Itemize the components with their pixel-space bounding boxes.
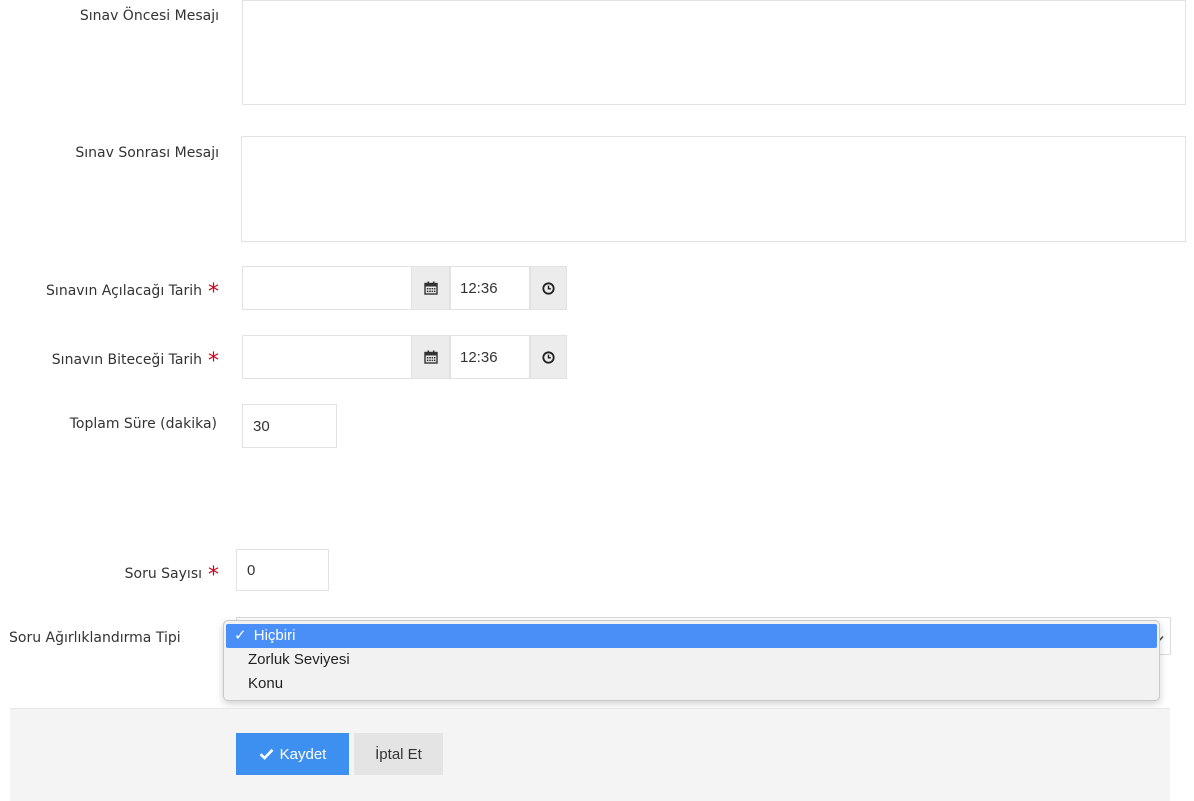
open-date-label-text: Sınavın Açılacağı Tarih (46, 283, 202, 299)
weighting-option-none[interactable]: ✓ Hiçbiri (226, 624, 1157, 648)
weighting-option-topic[interactable]: Konu (224, 672, 1159, 696)
open-date-input[interactable] (242, 266, 412, 310)
total-time-input[interactable]: 30 (242, 404, 337, 448)
end-time-clock-button[interactable] (530, 335, 567, 379)
open-date-calendar-button[interactable] (411, 266, 450, 310)
open-date-label: Sınavın Açılacağı Tarih * (0, 282, 219, 304)
weighting-type-label: Soru Ağırlıklandırma Tipi (9, 630, 181, 646)
required-mark: * (208, 349, 219, 374)
required-mark: * (208, 280, 219, 305)
end-date-input[interactable] (242, 335, 412, 379)
post-exam-message-textarea[interactable] (241, 136, 1186, 242)
end-time-input[interactable]: 12:36 (450, 335, 530, 379)
save-button[interactable]: Kaydet (236, 733, 349, 775)
calendar-icon (423, 350, 438, 364)
check-icon: ✓ (234, 627, 247, 644)
clock-icon (542, 350, 555, 364)
post-exam-message-label: Sınav Sonrası Mesajı (75, 145, 219, 161)
open-time-input[interactable]: 12:36 (450, 266, 530, 310)
option-label: Hiçbiri (253, 627, 296, 644)
end-date-calendar-button[interactable] (411, 335, 450, 379)
weighting-option-difficulty[interactable]: Zorluk Seviyesi (224, 648, 1159, 672)
form-actions-footer (10, 708, 1170, 801)
question-count-input[interactable]: 0 (236, 549, 329, 591)
pre-exam-message-label: Sınav Öncesi Mesajı (79, 8, 219, 24)
question-count-label: Soru Sayısı * (0, 565, 219, 587)
cancel-button[interactable]: İptal Et (354, 733, 443, 775)
pre-exam-message-textarea[interactable] (242, 0, 1186, 105)
save-button-label: Kaydet (279, 745, 327, 763)
clock-icon (542, 281, 555, 295)
end-date-label: Sınavın Biteceği Tarih * (0, 351, 219, 373)
calendar-icon (423, 281, 438, 295)
open-time-clock-button[interactable] (530, 266, 567, 310)
cancel-button-label: İptal Et (375, 745, 422, 763)
weighting-type-dropdown: ✓ Hiçbiri Zorluk Seviyesi Konu (223, 620, 1160, 701)
check-icon (259, 748, 274, 760)
required-mark: * (208, 563, 219, 588)
question-count-label-text: Soru Sayısı (124, 566, 202, 582)
total-time-label: Toplam Süre (dakika) (69, 416, 217, 432)
end-date-label-text: Sınavın Biteceği Tarih (51, 352, 202, 368)
